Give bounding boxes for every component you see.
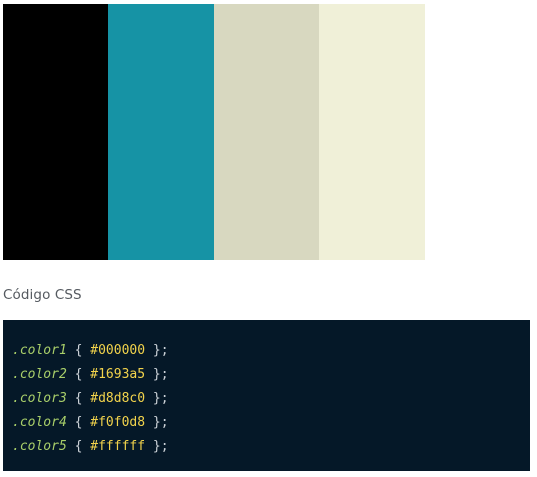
close-brace: }; bbox=[152, 343, 169, 358]
css-selector: .color5 bbox=[12, 439, 67, 454]
color-swatch-4 bbox=[319, 4, 425, 260]
code-line-color1: .color1 { #000000 }; bbox=[12, 339, 530, 363]
close-brace: }; bbox=[152, 439, 169, 454]
color-swatch-3 bbox=[214, 4, 319, 260]
hex-value: #000000 bbox=[90, 343, 146, 358]
color-palette bbox=[3, 4, 425, 260]
hex-value: #1693a5 bbox=[90, 367, 146, 382]
open-brace: { bbox=[74, 343, 83, 358]
open-brace: { bbox=[74, 367, 83, 382]
css-code-block[interactable]: .color1 { #000000 }; .color2 { #1693a5 }… bbox=[3, 320, 530, 471]
code-line-color4: .color4 { #f0f0d8 }; bbox=[12, 411, 530, 435]
css-selector: .color2 bbox=[12, 367, 67, 382]
close-brace: }; bbox=[152, 367, 169, 382]
css-selector: .color3 bbox=[12, 391, 67, 406]
css-selector: .color4 bbox=[12, 415, 67, 430]
code-line-color2: .color2 { #1693a5 }; bbox=[12, 363, 530, 387]
css-selector: .color1 bbox=[12, 343, 67, 358]
hex-value: #f0f0d8 bbox=[90, 415, 146, 430]
color-swatch-2 bbox=[108, 4, 214, 260]
code-line-color3: .color3 { #d8d8c0 }; bbox=[12, 387, 530, 411]
open-brace: { bbox=[74, 391, 83, 406]
close-brace: }; bbox=[152, 415, 169, 430]
hex-value: #ffffff bbox=[90, 439, 146, 454]
open-brace: { bbox=[74, 439, 83, 454]
open-brace: { bbox=[74, 415, 83, 430]
close-brace: }; bbox=[152, 391, 169, 406]
color-swatch-1 bbox=[3, 4, 108, 260]
code-line-color5: .color5 { #ffffff }; bbox=[12, 435, 530, 459]
hex-value: #d8d8c0 bbox=[90, 391, 146, 406]
css-code-heading: Código CSS bbox=[3, 287, 82, 303]
